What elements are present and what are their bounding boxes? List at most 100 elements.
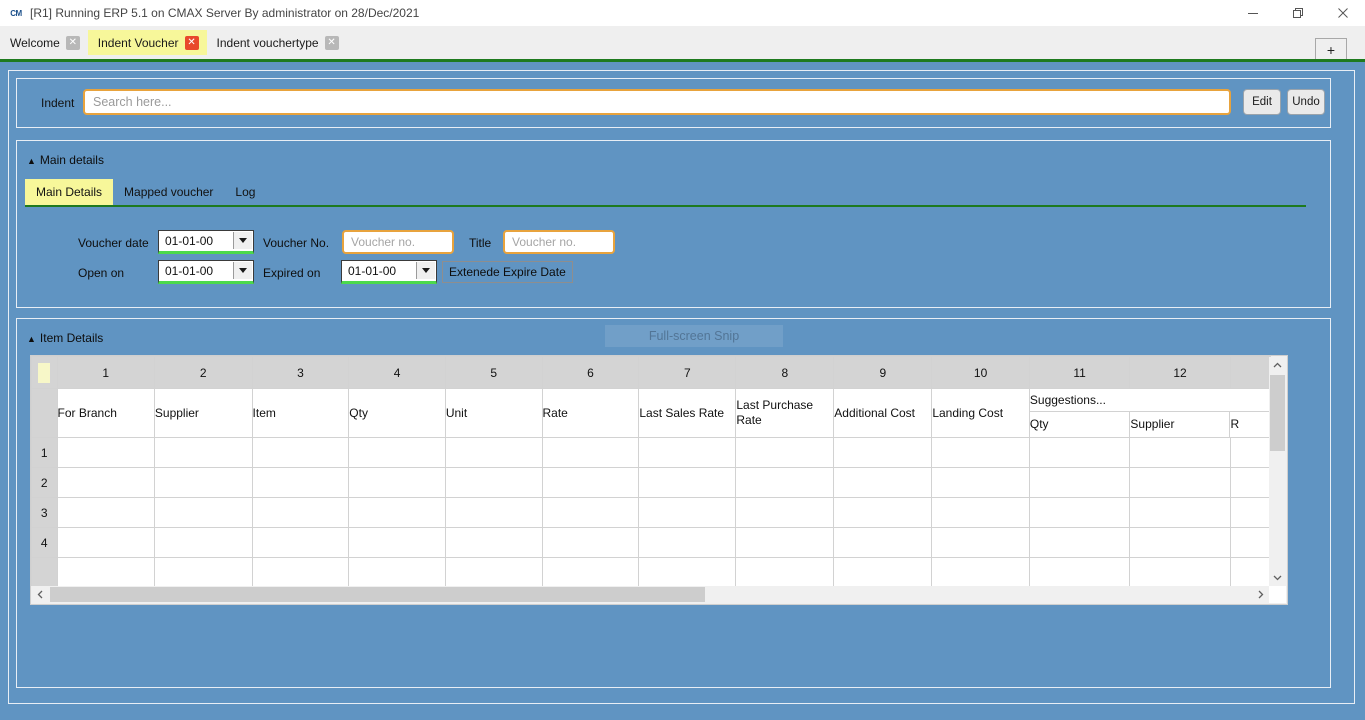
col-number[interactable]: 1 [56, 356, 155, 389]
grid-cell[interactable] [1229, 467, 1271, 498]
minimize-icon[interactable] [1230, 0, 1275, 26]
col-number[interactable]: 6 [541, 356, 640, 389]
voucher-no-input[interactable]: Voucher no. [342, 230, 454, 254]
tab-indent-vouchertype[interactable]: Indent vouchertype ✕ [206, 30, 347, 55]
new-tab-button[interactable]: + [1315, 38, 1347, 61]
grid-cell[interactable] [1129, 467, 1231, 498]
grid-cell[interactable] [638, 467, 737, 498]
grid-cell[interactable] [56, 557, 155, 586]
grid-cell[interactable] [348, 557, 446, 586]
vertical-scroll-thumb[interactable] [1270, 375, 1285, 451]
grid-cell[interactable] [444, 497, 543, 528]
table-row[interactable]: 2 [31, 467, 1271, 498]
grid-cell[interactable] [348, 467, 446, 498]
extend-expire-date-button[interactable]: Extenede Expire Date [442, 261, 573, 283]
chevron-down-icon[interactable] [233, 232, 252, 249]
grid-cell[interactable] [1129, 527, 1231, 558]
grid-cell[interactable] [153, 467, 253, 498]
col-number[interactable]: 12 [1129, 356, 1231, 389]
grid-vertical-scrollbar[interactable] [1269, 357, 1286, 586]
grid-cell[interactable] [1129, 497, 1231, 528]
col-number-partial[interactable] [1229, 356, 1271, 389]
undo-button[interactable]: Undo [1287, 89, 1325, 115]
grid-cell[interactable] [735, 437, 835, 468]
grid-cell[interactable] [153, 557, 253, 586]
grid-cell[interactable] [735, 497, 835, 528]
grid-horizontal-scrollbar[interactable] [32, 586, 1269, 603]
close-icon[interactable] [1320, 0, 1365, 26]
scroll-up-icon[interactable] [1269, 357, 1286, 374]
grid-cell[interactable] [541, 557, 640, 586]
col-number[interactable]: 3 [251, 356, 350, 389]
scroll-down-icon[interactable] [1269, 569, 1286, 586]
grid-cell[interactable] [348, 497, 446, 528]
grid-cell[interactable] [348, 437, 446, 468]
main-details-group-header[interactable]: ▲ Main details [27, 153, 104, 167]
tab-welcome[interactable]: Welcome ✕ [0, 30, 88, 55]
grid-cell[interactable] [638, 527, 737, 558]
scroll-left-icon[interactable] [32, 586, 49, 603]
grid-cell[interactable] [931, 437, 1030, 468]
grid-cell[interactable] [1028, 497, 1131, 528]
table-row[interactable]: 4 [31, 527, 1271, 558]
grid-cell[interactable] [735, 527, 835, 558]
row-number[interactable]: 4 [31, 527, 58, 558]
grid-cell[interactable] [931, 497, 1030, 528]
grid-cell[interactable] [444, 527, 543, 558]
row-number-partial[interactable] [31, 557, 58, 586]
grid-cell[interactable] [735, 467, 835, 498]
open-on-combo[interactable]: 01-01-00 [158, 260, 254, 284]
grid-cell[interactable] [638, 497, 737, 528]
table-row[interactable]: 3 [31, 497, 1271, 528]
grid-cell[interactable] [56, 437, 155, 468]
grid-cell[interactable] [1229, 557, 1271, 586]
subtab-main-details[interactable]: Main Details [25, 179, 114, 205]
grid-cell[interactable] [1028, 437, 1131, 468]
col-number[interactable]: 9 [833, 356, 933, 389]
grid-cell[interactable] [1028, 467, 1131, 498]
col-number[interactable]: 4 [348, 356, 446, 389]
grid-cell[interactable] [1129, 557, 1231, 586]
grid-cell[interactable] [541, 527, 640, 558]
grid-cell[interactable] [833, 497, 933, 528]
tab-close-icon[interactable]: ✕ [65, 35, 80, 50]
grid-cell[interactable] [444, 557, 543, 586]
chevron-down-icon[interactable] [416, 262, 435, 279]
grid-cell[interactable] [541, 467, 640, 498]
grid-cell[interactable] [251, 557, 350, 586]
scroll-right-icon[interactable] [1252, 586, 1269, 603]
grid-cell[interactable] [931, 467, 1030, 498]
tab-indent-voucher[interactable]: Indent Voucher ✕ [87, 30, 207, 55]
col-number[interactable]: 8 [735, 356, 835, 389]
horizontal-scroll-thumb[interactable] [50, 587, 705, 602]
grid-cell[interactable] [541, 437, 640, 468]
grid-cell[interactable] [348, 527, 446, 558]
grid-cell[interactable] [251, 437, 350, 468]
voucher-date-combo[interactable]: 01-01-00 [158, 230, 254, 254]
grid-cell[interactable] [1229, 437, 1271, 468]
grid-cell[interactable] [931, 557, 1030, 586]
tab-close-icon[interactable]: ✕ [324, 35, 339, 50]
expired-on-combo[interactable]: 01-01-00 [341, 260, 437, 284]
grid-cell[interactable] [541, 497, 640, 528]
chevron-down-icon[interactable] [233, 262, 252, 279]
col-number[interactable]: 7 [638, 356, 737, 389]
col-number[interactable]: 5 [444, 356, 543, 389]
grid-cell[interactable] [833, 467, 933, 498]
grid-cell[interactable] [153, 497, 253, 528]
table-row-partial[interactable] [31, 557, 1271, 586]
grid-cell[interactable] [1129, 437, 1231, 468]
col-number[interactable]: 2 [153, 356, 253, 389]
grid-cell[interactable] [251, 467, 350, 498]
grid-cell[interactable] [638, 437, 737, 468]
grid-cell[interactable] [153, 437, 253, 468]
grid-cell[interactable] [153, 527, 253, 558]
grid-cell[interactable] [638, 557, 737, 586]
grid-cell[interactable] [931, 527, 1030, 558]
title-input[interactable]: Voucher no. [503, 230, 615, 254]
row-number[interactable]: 2 [31, 467, 58, 498]
grid-cell[interactable] [444, 437, 543, 468]
item-details-grid[interactable]: 1 2 3 4 5 6 7 8 9 10 11 12 For Branch Su… [30, 355, 1288, 605]
grid-cell[interactable] [251, 497, 350, 528]
grid-cell[interactable] [1229, 527, 1271, 558]
